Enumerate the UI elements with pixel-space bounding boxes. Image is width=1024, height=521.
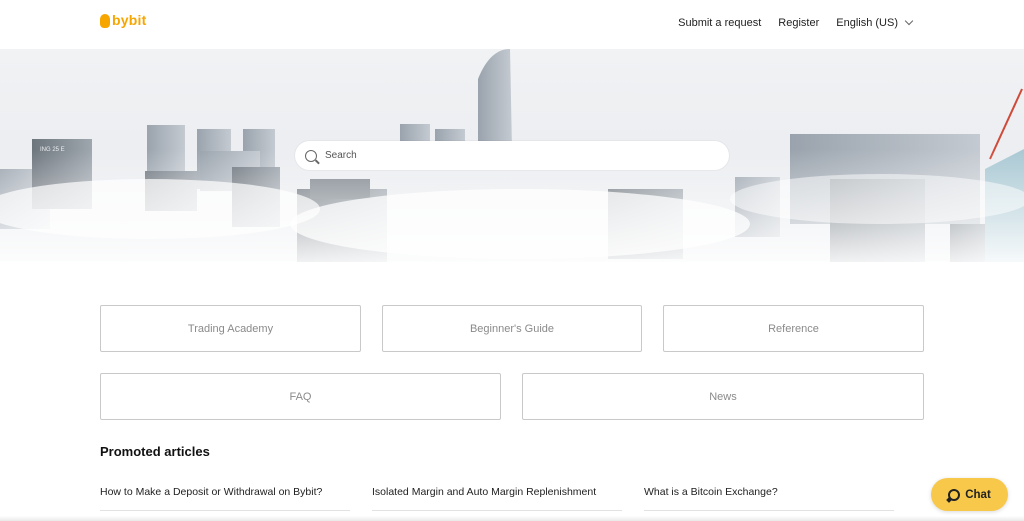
chat-label: Chat — [965, 488, 991, 501]
category-news[interactable]: News — [522, 373, 924, 420]
language-selector[interactable]: English (US) — [836, 16, 914, 29]
category-faq[interactable]: FAQ — [100, 373, 501, 420]
chevron-down-icon — [904, 16, 914, 26]
bybit-logo-icon — [100, 14, 110, 28]
article-link[interactable]: Isolated Margin and Auto Margin Replenis… — [372, 486, 622, 511]
category-reference[interactable]: Reference — [663, 305, 924, 352]
page-bottom-edge — [0, 516, 1024, 521]
category-trading-academy[interactable]: Trading Academy — [100, 305, 361, 352]
top-nav: Submit a request Register English (US) — [661, 16, 914, 29]
logo-text: bybit — [112, 12, 147, 28]
chat-bubble-icon — [948, 488, 961, 501]
search-icon — [305, 149, 317, 162]
search-input[interactable] — [325, 150, 705, 161]
bybit-logo[interactable]: bybit — [100, 12, 146, 28]
article-link[interactable]: What is a Bitcoin Exchange? — [644, 486, 894, 511]
category-beginners-guide[interactable]: Beginner's Guide — [382, 305, 642, 352]
submit-request-link[interactable]: Submit a request — [678, 17, 761, 29]
register-link[interactable]: Register — [778, 17, 819, 29]
hero-banner: ING 25 E — [0, 49, 1024, 262]
language-label: English (US) — [836, 17, 898, 29]
promoted-articles-heading: Promoted articles — [100, 444, 210, 459]
site-header: bybit Submit a request Register English … — [0, 0, 1024, 49]
chat-button[interactable]: Chat — [931, 478, 1008, 511]
search-bar[interactable] — [295, 141, 729, 170]
article-link[interactable]: How to Make a Deposit or Withdrawal on B… — [100, 486, 350, 511]
